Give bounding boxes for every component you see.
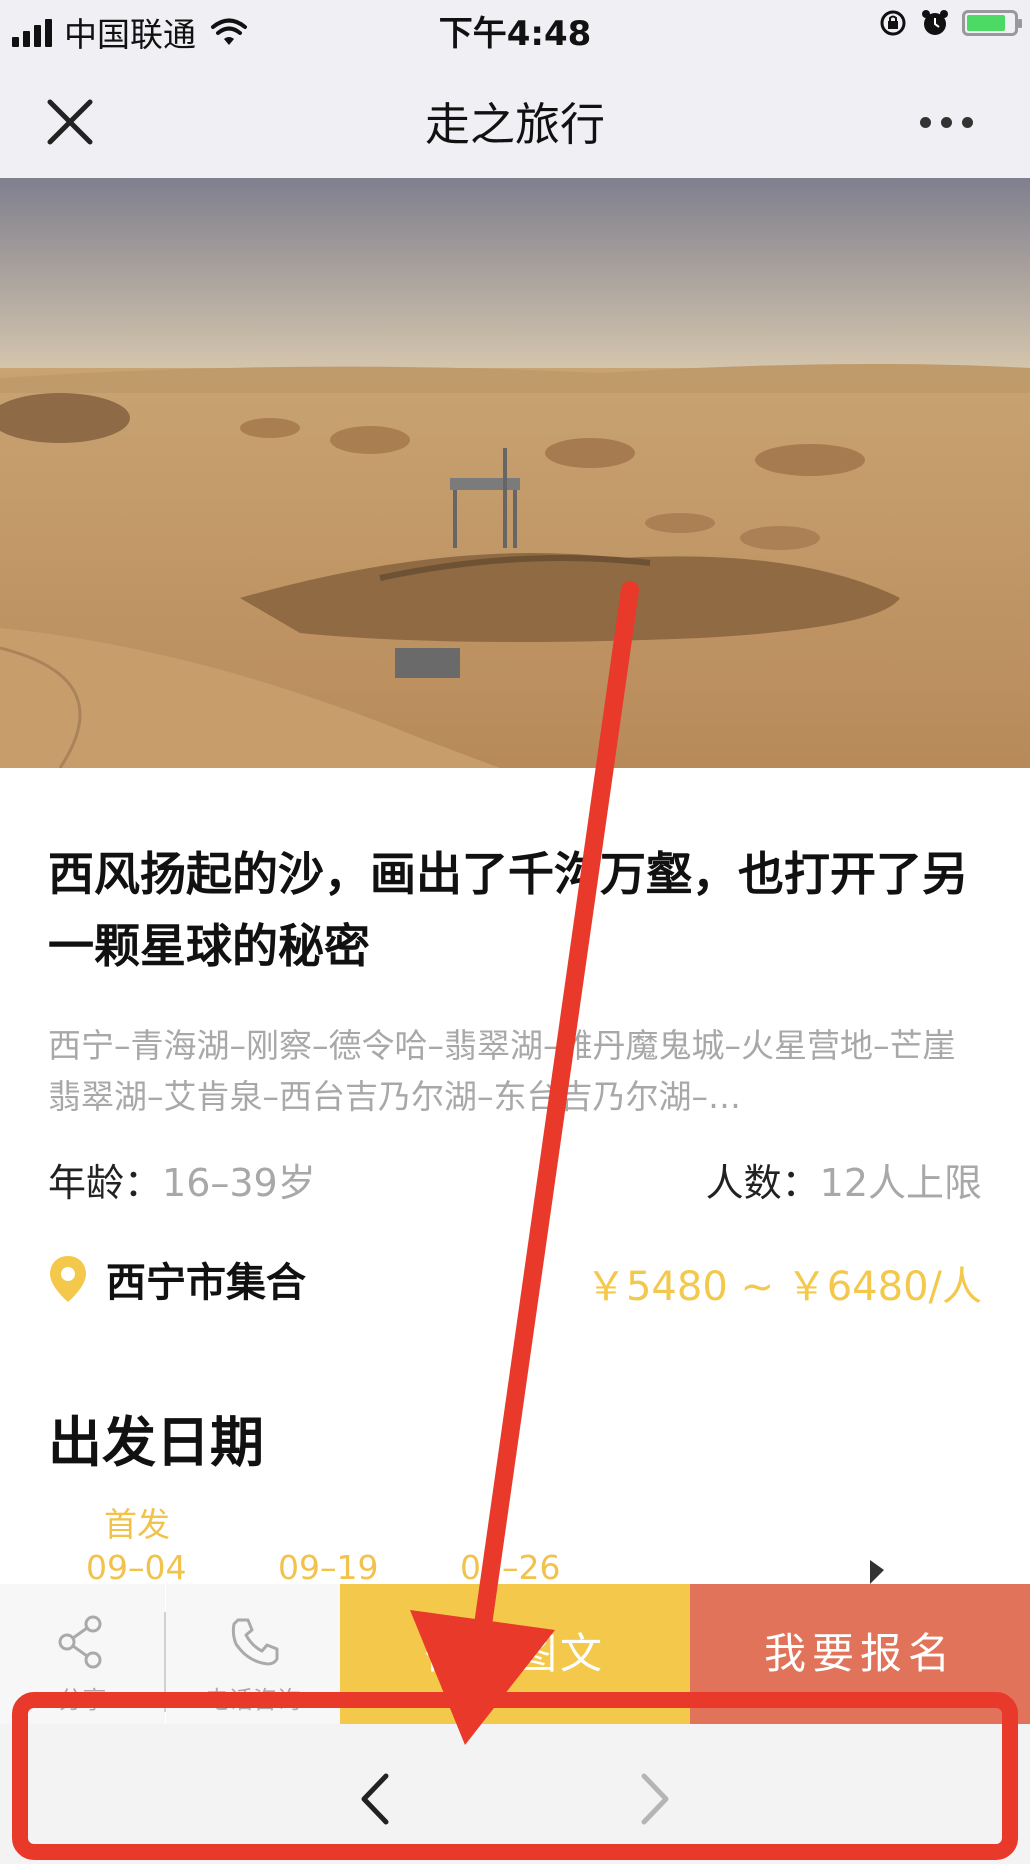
date-item[interactable]: 09–19	[278, 1548, 378, 1587]
people-value: 12人上限	[819, 1161, 982, 1205]
forward-arrow-icon[interactable]	[630, 1764, 680, 1834]
phone-icon	[231, 1618, 279, 1666]
location-pin-icon	[50, 1256, 86, 1302]
people-label: 人数：	[705, 1161, 820, 1205]
date-item[interactable]: 09–26	[460, 1548, 560, 1587]
date-item[interactable]: 09–04	[86, 1548, 186, 1587]
phone-button[interactable]: 电话咨询	[166, 1584, 340, 1724]
first-departure-label: 首发	[104, 1505, 170, 1544]
trip-route: 西宁–青海湖–刚察–德令哈–翡翠湖–雅丹魔鬼城–火星营地–芒崖翡翠湖–艾肯泉–西…	[48, 1026, 956, 1116]
meet-point-label: 西宁市集合	[106, 1260, 306, 1306]
age-label: 年龄：	[48, 1161, 163, 1205]
age-value: 16–39岁	[162, 1161, 316, 1205]
lock-rotation-icon	[880, 10, 906, 36]
share-icon	[58, 1615, 102, 1669]
age-info: 年龄：16–39岁	[48, 1152, 316, 1207]
alarm-icon	[922, 10, 948, 35]
share-button[interactable]: 分享	[0, 1584, 165, 1724]
cursor-icon	[870, 1560, 884, 1584]
meet-point: 西宁市集合	[48, 1250, 306, 1308]
share-label: 分享	[58, 1686, 107, 1714]
battery-icon	[962, 10, 1022, 36]
status-time: 下午4:48	[438, 14, 592, 54]
nav-bar: 走之旅行	[0, 56, 1030, 178]
back-arrow-icon[interactable]	[350, 1764, 400, 1834]
action-bar: 分享 电话咨询 微信图文 我要报名	[0, 1584, 1030, 1724]
status-right	[878, 8, 1022, 38]
status-bar: 中国联通 下午4:48	[0, 0, 1030, 56]
trip-title: 西风扬起的沙，画出了千沟万壑，也打开了另一颗星球的秘密	[48, 847, 968, 973]
browser-toolbar	[0, 1724, 1030, 1864]
wechat-article-button[interactable]: 微信图文	[340, 1584, 690, 1724]
phone-label: 电话咨询	[205, 1686, 301, 1714]
signup-button[interactable]: 我要报名	[690, 1584, 1030, 1724]
departure-section-title: 出发日期	[48, 1411, 264, 1474]
people-info: 人数：12人上限	[706, 1152, 982, 1207]
more-icon[interactable]	[920, 102, 990, 142]
price: ￥5480 ~ ￥6480/人	[585, 1264, 982, 1310]
hero-image	[0, 178, 1030, 768]
page-title: 走之旅行	[424, 98, 605, 151]
